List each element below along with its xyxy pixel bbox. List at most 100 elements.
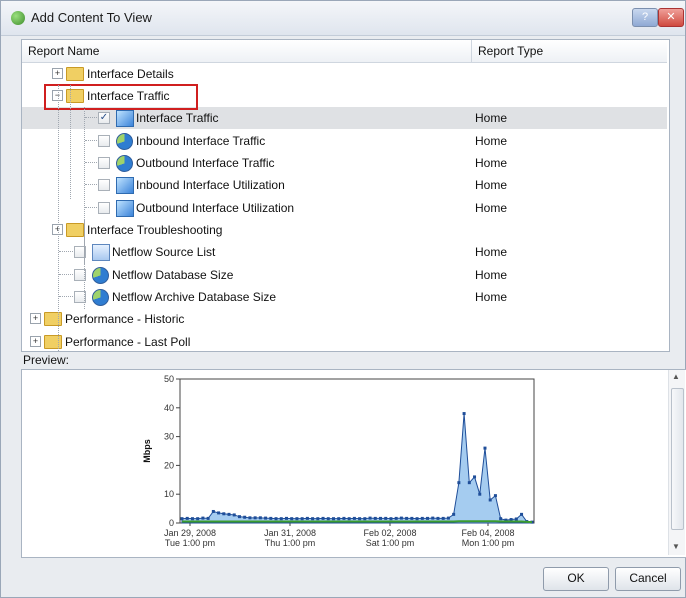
tree-guide-line bbox=[85, 140, 97, 141]
scroll-up-icon[interactable]: ▲ bbox=[672, 372, 680, 381]
report-row[interactable]: Inbound Interface Traffic Home bbox=[22, 130, 667, 152]
x-tick-label: Tue 1:00 pm bbox=[165, 538, 215, 548]
x-tick-label: Jan 31, 2008 bbox=[264, 528, 316, 538]
folder-icon bbox=[44, 312, 62, 326]
tree-guide-line bbox=[70, 85, 71, 199]
expand-icon[interactable]: + bbox=[52, 68, 63, 79]
folder-row[interactable]: + Interface Details bbox=[22, 63, 667, 85]
column-divider[interactable] bbox=[471, 40, 472, 62]
data-point bbox=[420, 516, 424, 520]
report-label: Inbound Interface Traffic bbox=[136, 134, 266, 148]
column-report-type[interactable]: Report Type bbox=[478, 44, 543, 58]
report-checkbox[interactable] bbox=[98, 135, 110, 147]
ok-button[interactable]: OK bbox=[543, 567, 609, 591]
data-point bbox=[520, 512, 524, 516]
line-chart-icon bbox=[116, 200, 134, 217]
report-row[interactable]: Netflow Database Size Home bbox=[22, 264, 667, 286]
preview-pane: 0 10 20 30 40 50 Mbps Jan 29, 2008 Tue 1:00 pm Ja… bbox=[21, 369, 686, 558]
data-point bbox=[222, 512, 226, 516]
x-tick-label: Feb 02, 2008 bbox=[363, 528, 416, 538]
pie-chart-icon bbox=[92, 289, 109, 306]
data-point bbox=[363, 517, 367, 521]
data-point bbox=[415, 517, 419, 521]
line-chart-icon bbox=[116, 177, 134, 194]
report-type: Home bbox=[475, 178, 508, 192]
data-point bbox=[473, 475, 477, 479]
data-point bbox=[426, 516, 430, 520]
traffic-chart: 0 10 20 30 40 50 Mbps Jan 29, 2008Tue 1:00 pm Ja… bbox=[142, 374, 535, 548]
report-checkbox[interactable] bbox=[98, 157, 110, 169]
close-icon[interactable]: ✕ bbox=[658, 8, 684, 27]
tree-scrollbar[interactable]: ▲ ▼ bbox=[669, 62, 670, 350]
column-report-name[interactable]: Report Name bbox=[28, 44, 99, 58]
folder-row[interactable]: + Performance - Last Poll bbox=[22, 331, 667, 351]
folder-label: Interface Details bbox=[87, 67, 174, 81]
report-type: Home bbox=[475, 245, 508, 259]
tree-guide-line bbox=[59, 296, 73, 297]
data-point bbox=[185, 516, 189, 520]
data-point bbox=[284, 516, 288, 520]
pie-chart-icon bbox=[116, 155, 133, 172]
report-row[interactable]: Outbound Interface Traffic Home bbox=[22, 152, 667, 174]
y-tick-label: 10 bbox=[164, 489, 174, 499]
data-point bbox=[290, 517, 294, 521]
data-point bbox=[483, 446, 487, 450]
data-point bbox=[493, 494, 497, 498]
report-label: Netflow Archive Database Size bbox=[112, 290, 277, 304]
expand-icon[interactable]: + bbox=[30, 313, 41, 324]
tree-guide-line bbox=[58, 85, 59, 351]
data-point bbox=[243, 515, 247, 519]
y-tick-label: 40 bbox=[164, 403, 174, 413]
data-point bbox=[237, 515, 241, 519]
highlight-annotation bbox=[44, 84, 198, 110]
folder-row[interactable]: + Performance - Historic bbox=[22, 308, 667, 330]
x-tick-label: Jan 29, 2008 bbox=[164, 528, 216, 538]
data-point bbox=[373, 516, 377, 520]
report-row[interactable]: Netflow Source List Home bbox=[22, 241, 667, 263]
report-label: Netflow Database Size bbox=[112, 268, 234, 282]
cancel-button[interactable]: Cancel bbox=[615, 567, 681, 591]
tree-guide-line bbox=[85, 117, 97, 118]
y-tick-label: 30 bbox=[164, 432, 174, 442]
report-checkbox[interactable] bbox=[98, 179, 110, 191]
report-label: Outbound Interface Traffic bbox=[136, 156, 275, 170]
y-tick-label: 20 bbox=[164, 460, 174, 470]
expand-icon[interactable]: + bbox=[30, 336, 41, 347]
report-row[interactable]: Outbound Interface Utilization Home bbox=[22, 197, 667, 219]
data-point bbox=[227, 512, 231, 516]
pie-chart-icon bbox=[116, 133, 133, 150]
data-point bbox=[436, 516, 440, 520]
data-point bbox=[232, 513, 236, 517]
data-point bbox=[446, 516, 450, 520]
report-type: Home bbox=[475, 111, 508, 125]
data-point bbox=[248, 516, 252, 520]
report-checkbox[interactable]: ✓ bbox=[98, 112, 110, 124]
folder-icon bbox=[66, 67, 84, 81]
preview-scrollbar[interactable]: ▲ ▼ bbox=[668, 370, 685, 555]
list-icon bbox=[92, 244, 110, 261]
report-label: Interface Traffic bbox=[136, 111, 219, 125]
data-point bbox=[211, 509, 215, 513]
data-point bbox=[295, 517, 299, 521]
report-label: Outbound Interface Utilization bbox=[136, 201, 295, 215]
report-checkbox[interactable] bbox=[98, 202, 110, 214]
report-type: Home bbox=[475, 290, 508, 304]
tree-guide-line bbox=[59, 274, 73, 275]
data-point bbox=[431, 516, 435, 520]
data-point bbox=[217, 511, 221, 515]
scroll-thumb[interactable] bbox=[671, 388, 684, 530]
scroll-down-icon[interactable]: ▼ bbox=[672, 542, 680, 551]
data-point bbox=[326, 517, 330, 521]
data-point bbox=[300, 517, 304, 521]
data-point bbox=[405, 516, 409, 520]
help-icon[interactable]: ? bbox=[632, 8, 658, 27]
data-point bbox=[279, 517, 283, 521]
folder-label: Interface Troubleshooting bbox=[87, 223, 223, 237]
x-tick-label: Sat 1:00 pm bbox=[366, 538, 415, 548]
report-row[interactable]: ✓ Interface Traffic Home bbox=[22, 107, 667, 129]
report-row[interactable]: Netflow Archive Database Size Home bbox=[22, 286, 667, 308]
folder-row[interactable]: + Interface Troubleshooting bbox=[22, 219, 667, 241]
data-point bbox=[389, 517, 393, 521]
data-point bbox=[399, 516, 403, 520]
report-row[interactable]: Inbound Interface Utilization Home bbox=[22, 174, 667, 196]
